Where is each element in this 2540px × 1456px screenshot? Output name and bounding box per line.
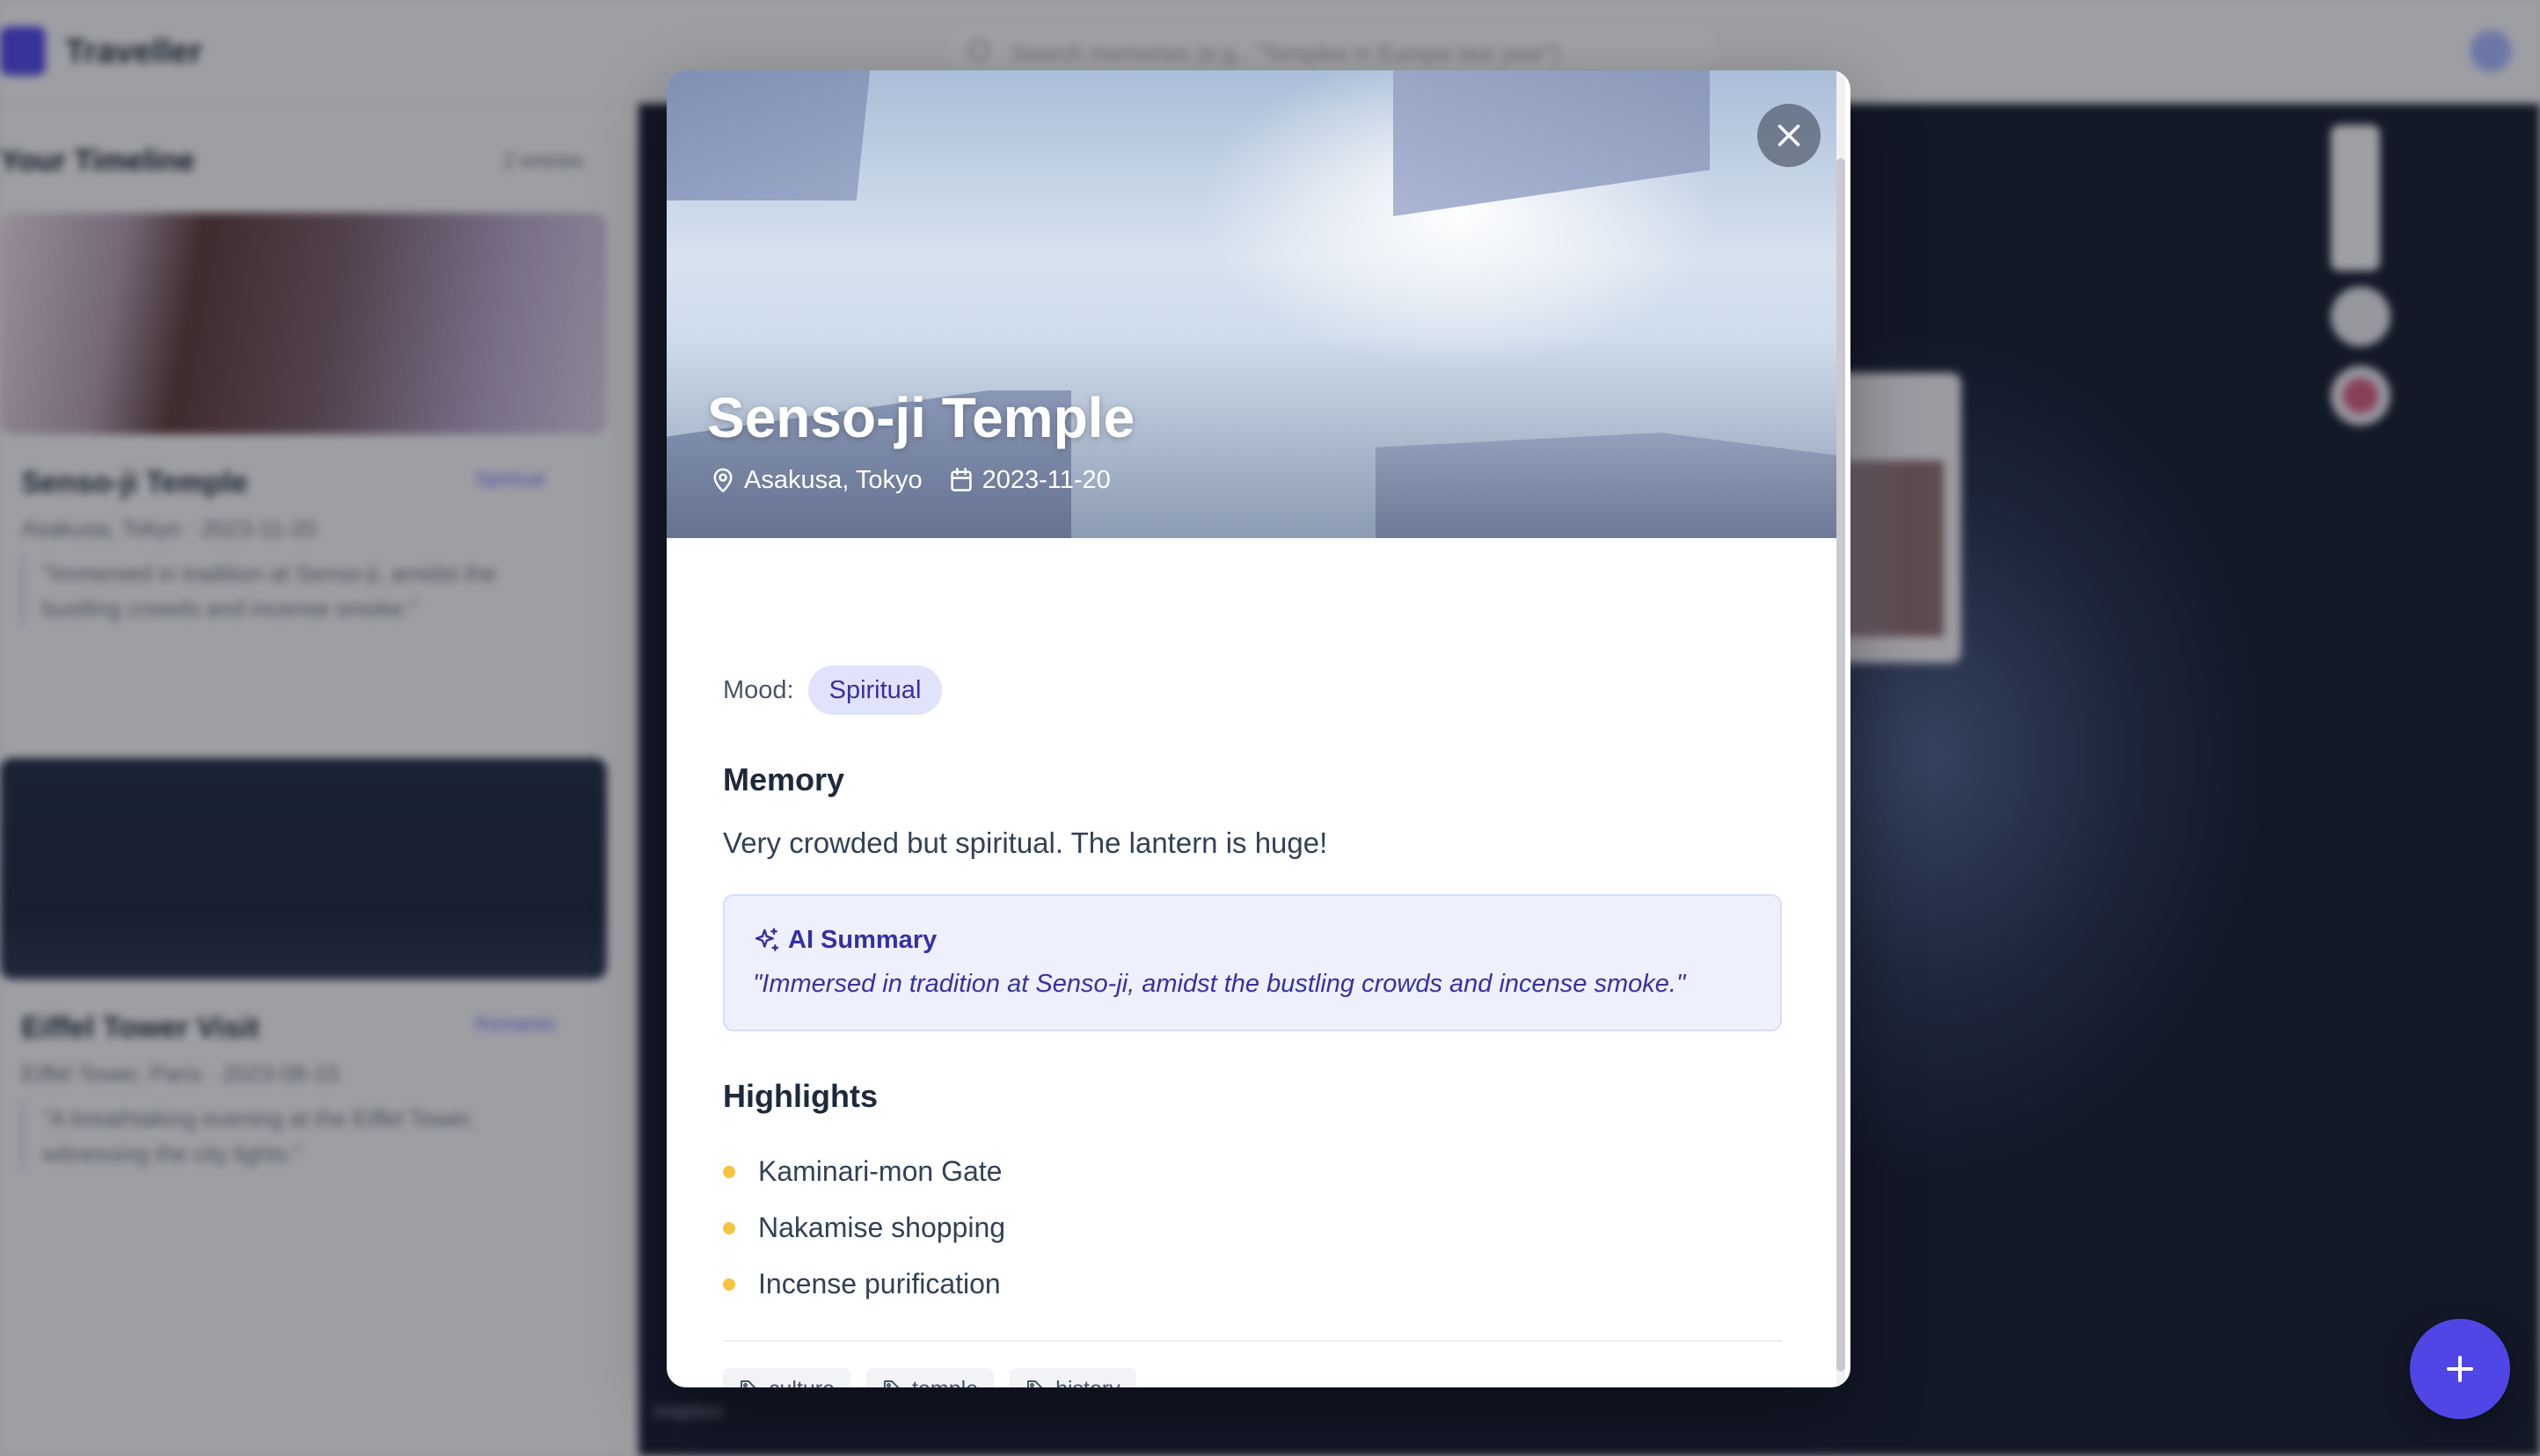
close-icon bbox=[1777, 124, 1800, 147]
ai-summary-box: AI Summary "Immersed in tradition at Sen… bbox=[723, 894, 1782, 1031]
memory-date: 2023-11-20 bbox=[949, 466, 1111, 495]
mood-label: Mood: bbox=[723, 675, 794, 704]
hero-image: Senso-ji Temple Asakusa, Tokyo 2023-11-2… bbox=[667, 70, 1838, 538]
memory-meta: Asakusa, Tokyo 2023-11-20 bbox=[711, 462, 1111, 498]
tag-chip[interactable]: culture bbox=[723, 1368, 851, 1388]
highlight-text: Nakamise shopping bbox=[758, 1212, 1006, 1243]
divider bbox=[723, 1340, 1782, 1342]
location-text: Asakusa, Tokyo bbox=[744, 465, 923, 494]
hero-building bbox=[1393, 70, 1710, 216]
add-memory-button[interactable] bbox=[2410, 1319, 2510, 1419]
ai-summary-header: AI Summary bbox=[753, 926, 937, 955]
highlight-item: Kaminari-mon Gate bbox=[723, 1143, 1005, 1199]
memory-location: Asakusa, Tokyo bbox=[711, 466, 923, 495]
highlight-bullet bbox=[723, 1222, 735, 1234]
memory-detail-modal: Senso-ji Temple Asakusa, Tokyo 2023-11-2… bbox=[667, 70, 1850, 1387]
tag-label: temple bbox=[912, 1377, 978, 1388]
memory-section-title: Memory bbox=[723, 761, 845, 797]
tag-label: history bbox=[1055, 1377, 1120, 1388]
highlight-bullet bbox=[723, 1166, 735, 1178]
highlights-section-title: Highlights bbox=[723, 1078, 878, 1114]
ai-summary-text: "Immersed in tradition at Senso-ji, amid… bbox=[753, 970, 1686, 998]
highlight-text: Kaminari-mon Gate bbox=[758, 1155, 1003, 1187]
highlight-item: Nakamise shopping bbox=[723, 1199, 1005, 1256]
memory-title: Senso-ji Temple bbox=[707, 386, 1135, 449]
highlight-text: Incense purification bbox=[758, 1268, 1001, 1299]
mood-badge: Spiritual bbox=[807, 666, 943, 715]
tag-chip[interactable]: history bbox=[1010, 1368, 1136, 1387]
modal-scrollbar[interactable] bbox=[1836, 70, 1845, 1387]
tag-icon bbox=[884, 1380, 900, 1387]
tag-chip[interactable]: temple bbox=[866, 1368, 995, 1388]
highlight-item: Incense purification bbox=[723, 1256, 1005, 1312]
sparkles-icon bbox=[755, 927, 779, 951]
calendar-icon bbox=[950, 468, 972, 491]
tag-list: culture temple history bbox=[723, 1368, 1136, 1387]
map-pin-icon bbox=[713, 468, 733, 492]
hero-building bbox=[667, 70, 872, 200]
mood-row: Mood: Spiritual bbox=[723, 665, 943, 716]
tag-label: culture bbox=[769, 1377, 835, 1388]
tag-icon bbox=[1027, 1380, 1043, 1387]
highlights-list: Kaminari-mon Gate Nakamise shopping Ince… bbox=[723, 1143, 1005, 1312]
memory-text: Very crowded but spiritual. The lantern … bbox=[723, 826, 1328, 859]
tag-icon bbox=[741, 1380, 756, 1387]
highlight-bullet bbox=[723, 1278, 735, 1291]
ai-summary-title: AI Summary bbox=[788, 926, 938, 954]
date-text: 2023-11-20 bbox=[982, 465, 1111, 494]
scrollbar-thumb[interactable] bbox=[1836, 158, 1845, 1372]
close-button[interactable] bbox=[1757, 104, 1821, 167]
